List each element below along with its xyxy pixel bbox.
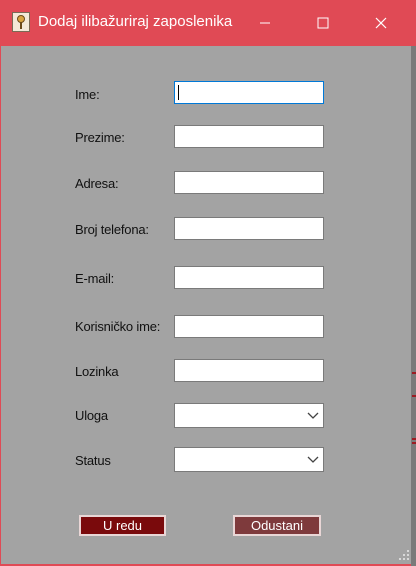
role-select[interactable] <box>174 403 324 428</box>
username-label: Korisničko ime: <box>75 319 161 334</box>
address-field[interactable] <box>174 171 324 194</box>
chevron-down-icon <box>307 456 319 463</box>
resize-grip-icon[interactable] <box>398 549 410 561</box>
password-label: Lozinka <box>75 364 119 379</box>
email-field[interactable] <box>174 266 324 289</box>
username-field[interactable] <box>174 315 324 338</box>
last-name-field[interactable] <box>174 125 324 148</box>
form-area <box>1 46 411 564</box>
maximize-icon <box>317 17 329 29</box>
status-label: Status <box>75 453 111 468</box>
app-icon <box>12 12 30 32</box>
password-field[interactable] <box>174 359 324 382</box>
role-label: Uloga <box>75 408 108 423</box>
first-name-field[interactable] <box>174 81 324 104</box>
first-name-label: Ime: <box>75 87 100 102</box>
dialog-window: Dodaj ilibažuriraj zaposlenika Ime: Prez… <box>0 0 416 566</box>
address-label: Adresa: <box>75 176 119 191</box>
title-bar[interactable]: Dodaj ilibažuriraj zaposlenika <box>0 0 416 46</box>
close-button[interactable] <box>358 0 404 46</box>
last-name-label: Prezime: <box>75 130 125 145</box>
minimize-button[interactable] <box>242 0 288 46</box>
text-caret <box>178 85 179 100</box>
close-icon <box>375 17 387 29</box>
status-select[interactable] <box>174 447 324 472</box>
phone-field[interactable] <box>174 217 324 240</box>
window-edge <box>411 46 416 566</box>
maximize-button[interactable] <box>300 0 346 46</box>
chevron-down-icon <box>307 412 319 419</box>
email-label: E-mail: <box>75 271 115 286</box>
phone-label: Broj telefona: <box>75 222 149 237</box>
minimize-icon <box>260 22 270 24</box>
cancel-button[interactable]: Odustani <box>233 515 321 536</box>
window-title: Dodaj ilibažuriraj zaposlenika <box>38 13 233 30</box>
ok-button[interactable]: U redu <box>79 515 166 536</box>
